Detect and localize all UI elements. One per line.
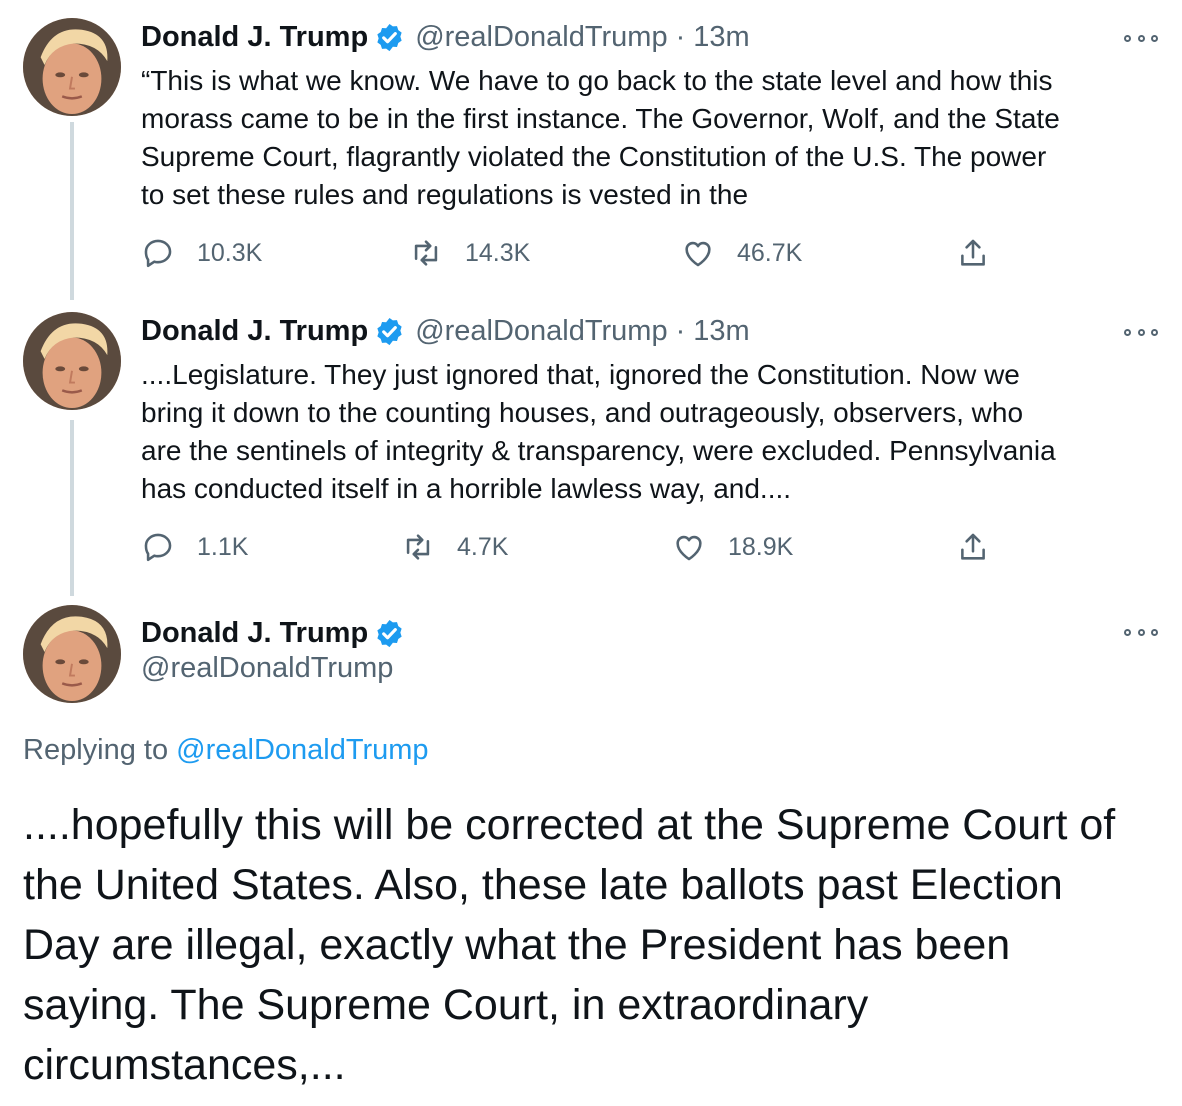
tweet-text-line: Day are illegal, exactly what the Presid… — [23, 921, 1011, 969]
avatar[interactable] — [23, 605, 121, 703]
author-name[interactable]: Donald J. Trump — [141, 617, 368, 650]
main-tweet: Donald J. Trump @realDonaldTrump Replyin… — [0, 0, 1182, 1106]
replying-to-label: Replying to — [23, 734, 169, 766]
replying-to: Replying to @realDonaldTrump — [23, 734, 429, 767]
tweet-text-line: saying. The Supreme Court, in extraordin… — [23, 981, 869, 1029]
author-handle[interactable]: @realDonaldTrump — [141, 652, 393, 685]
avatar-portrait-icon — [23, 605, 121, 703]
tweet-text-line: circumstances,... — [23, 1041, 346, 1089]
tweet-text-line: ....hopefully this will be corrected at … — [23, 801, 1116, 849]
tweet-thread: Donald J. Trump @realDonaldTrump · 13m “… — [0, 0, 1182, 1106]
verified-badge-icon — [374, 618, 405, 649]
more-options-icon[interactable] — [1124, 622, 1158, 642]
replying-to-link[interactable]: @realDonaldTrump — [176, 734, 428, 766]
tweet-header: Donald J. Trump — [141, 612, 415, 654]
main-tweet-text: ....hopefully this will be corrected at … — [23, 795, 1173, 1095]
tweet-text-line: the United States. Also, these late ball… — [23, 861, 1063, 909]
